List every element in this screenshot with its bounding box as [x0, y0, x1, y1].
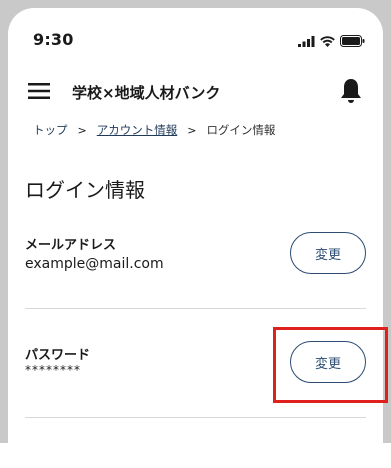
battery-icon: [340, 35, 365, 47]
bell-icon[interactable]: [339, 77, 363, 105]
email-value: example@mail.com: [25, 256, 164, 272]
breadcrumb-current: ログイン情報: [206, 123, 276, 137]
status-time: 9:30: [33, 30, 74, 49]
wifi-icon: [320, 35, 335, 47]
password-label: パスワード: [25, 348, 91, 363]
app-title: 学校×地域人材バンク: [72, 84, 221, 102]
breadcrumb-link-account-info[interactable]: アカウント情報: [97, 122, 178, 138]
highlight-box: [273, 327, 388, 403]
breadcrumb-link-top[interactable]: トップ: [33, 122, 68, 138]
password-value: ********: [25, 363, 81, 377]
divider: [25, 308, 366, 309]
page-title: ログイン情報: [25, 178, 145, 202]
breadcrumb-separator: >: [77, 123, 87, 137]
hamburger-menu-icon[interactable]: [27, 79, 51, 103]
breadcrumb: トップ > アカウント情報 > ログイン情報: [33, 122, 275, 138]
status-icons: [298, 35, 365, 47]
signal-icon: [298, 35, 315, 47]
change-email-button[interactable]: 変更: [290, 232, 366, 274]
divider: [25, 417, 366, 418]
breadcrumb-separator: >: [187, 123, 197, 137]
status-bar: 9:30: [8, 8, 383, 66]
app-header: 学校×地域人材バンク: [8, 66, 383, 116]
email-label: メールアドレス: [25, 238, 117, 253]
